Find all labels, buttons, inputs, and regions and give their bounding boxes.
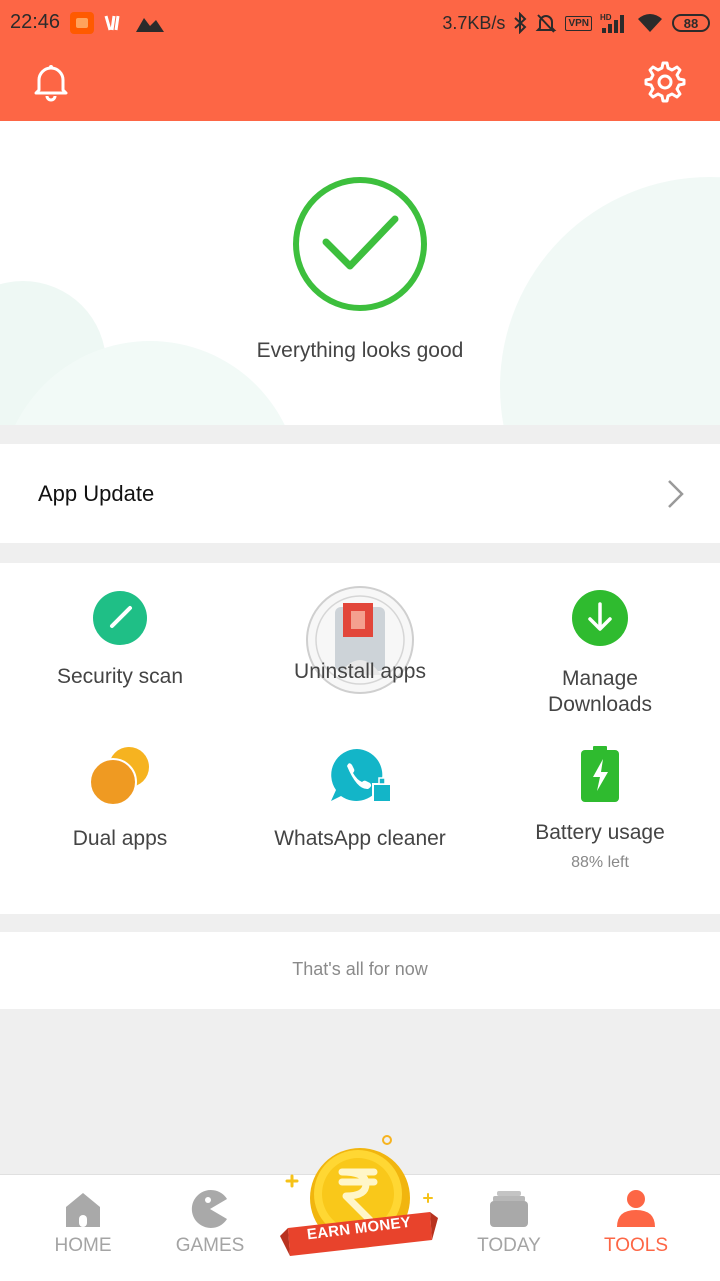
nav-label: GAMES [175, 1235, 245, 1256]
nav-tools[interactable]: TOOLS [576, 1175, 696, 1281]
gear-icon[interactable] [644, 61, 686, 103]
tool-dual-apps[interactable]: Dual apps [0, 746, 240, 852]
battery-remaining: 88% left [571, 854, 629, 871]
status-message: Everything looks good [256, 339, 464, 362]
tool-label: Manage Downloads [548, 667, 652, 716]
bluetooth-icon [514, 12, 527, 34]
tool-uninstall-apps[interactable]: Uninstall apps [240, 585, 480, 694]
vpn-badge: VPN [565, 15, 592, 31]
status-hero: Everything looks good [0, 121, 720, 425]
nav-home[interactable]: HOME [23, 1175, 143, 1281]
tools-grid: Security scan Uninstall apps Manage Down… [0, 563, 720, 914]
wifi-icon [638, 14, 662, 32]
battery-icon [581, 746, 619, 802]
games-icon [191, 1190, 227, 1228]
today-icon [490, 1191, 528, 1227]
tool-label: Security scan [56, 665, 184, 688]
nav-games[interactable]: GAMES [150, 1175, 270, 1281]
download-icon [572, 590, 628, 646]
tool-battery-usage[interactable]: Battery usage 88% left [480, 746, 720, 872]
status-time: 22:46 [10, 11, 61, 33]
nav-earn-money[interactable]: EARN MONEY [278, 1132, 440, 1272]
notification-icons [70, 12, 164, 34]
signal-icon: HD [600, 13, 624, 33]
mute-bell-icon [536, 14, 557, 33]
dual-apps-icon [89, 747, 149, 806]
end-of-list-note: That's all for now [0, 932, 720, 1009]
end-of-list-text: That's all for now [292, 959, 428, 979]
security-scan-icon [93, 591, 147, 645]
check-circle-icon [293, 177, 427, 311]
svg-text:HD: HD [600, 13, 612, 22]
nav-label: HOME [54, 1235, 112, 1256]
tool-label: Battery usage [535, 821, 665, 844]
nav-today[interactable]: TODAY [449, 1175, 569, 1281]
tool-label: Dual apps [72, 827, 168, 850]
nav-label: TODAY [477, 1235, 541, 1256]
tool-label: Uninstall apps [294, 660, 426, 683]
home-icon [66, 1193, 100, 1227]
app-update-row[interactable]: App Update [0, 444, 720, 543]
app-update-label: App Update [38, 481, 155, 506]
tool-manage-downloads[interactable]: Manage Downloads [480, 590, 720, 718]
status-bar: 22:46 3.7KB/s VPN HD 88 [0, 0, 720, 44]
status-right-icons: 3.7KB/s VPN HD 88 [442, 9, 710, 37]
nav-label: TOOLS [603, 1235, 669, 1256]
tools-person-icon [617, 1190, 655, 1227]
bell-icon[interactable] [31, 62, 71, 102]
tool-label: WhatsApp cleaner [274, 827, 446, 850]
rupee-coin-icon [280, 1135, 438, 1256]
tool-whatsapp-cleaner[interactable]: WhatsApp cleaner [240, 746, 480, 852]
tool-security-scan[interactable]: Security scan [0, 590, 240, 690]
chevron-right-icon [668, 480, 684, 508]
decor-blob [500, 177, 720, 425]
whatsapp-cleaner-icon [331, 749, 392, 803]
battery-indicator: 88 [672, 14, 710, 32]
app-header: 22:46 3.7KB/s VPN HD 88 [0, 0, 720, 121]
net-speed: 3.7KB/s [442, 12, 506, 33]
